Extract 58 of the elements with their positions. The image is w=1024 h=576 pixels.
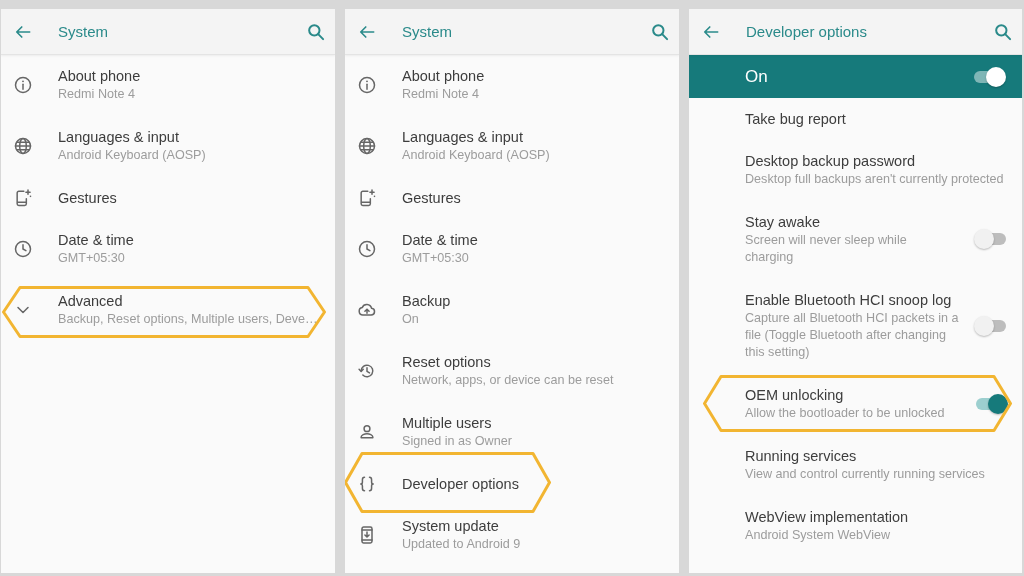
setting-summary: Updated to Android 9 — [402, 536, 522, 553]
phone-sparkle-icon — [357, 188, 377, 208]
setting-title[interactable]: About phone — [58, 66, 329, 86]
setting-summary: Android System WebView — [745, 527, 892, 544]
search-icon[interactable] — [993, 21, 1013, 42]
setting-summary: Capture all Bluetooth HCI packets in a file (Toggle Bluetooth after changing this setting) — [745, 310, 960, 361]
screen-title: System — [58, 23, 109, 40]
setting-title[interactable]: Enable Bluetooth HCI snoop log — [745, 290, 963, 310]
setting-title[interactable]: OEM unlocking — [745, 385, 963, 405]
switch-label: On — [745, 66, 769, 87]
setting-summary: Allow the bootloader to be unlocked — [745, 405, 946, 422]
braces-icon — [357, 474, 377, 494]
setting-summary: Android Keyboard (AOSP) — [58, 147, 207, 164]
setting-title[interactable]: Date & time — [402, 230, 673, 250]
setting-title[interactable]: Languages & input — [58, 127, 329, 147]
phone-sparkle-icon — [13, 188, 33, 208]
search-icon[interactable] — [306, 21, 326, 42]
setting-title[interactable]: Languages & input — [402, 127, 673, 147]
setting-title[interactable]: About phone — [402, 66, 673, 86]
setting-summary: View and control currently running services — [745, 466, 986, 483]
globe-icon — [13, 135, 33, 156]
setting-title[interactable]: System update — [402, 516, 673, 536]
setting-title[interactable]: Advanced — [58, 291, 329, 311]
info-icon — [357, 74, 377, 95]
setting-title[interactable]: Backup — [402, 291, 673, 311]
setting-title[interactable]: Running services — [745, 446, 1016, 466]
setting-title[interactable]: Stay awake — [745, 212, 945, 232]
screen-title: Developer options — [746, 23, 868, 40]
setting-summary: Screen will never sleep while charging — [745, 232, 908, 266]
clock-icon — [13, 238, 33, 259]
setting-summary: Android Keyboard (AOSP) — [402, 147, 551, 164]
toggle-switch[interactable] — [972, 66, 1006, 87]
setting-summary: Backup, Reset options, Multiple users, Deve… — [58, 311, 319, 328]
setting-title[interactable]: Take bug report — [745, 109, 1016, 129]
setting-title[interactable]: Developer options — [402, 474, 673, 494]
setting-summary: Redmi Note 4 — [58, 86, 136, 103]
setting-summary: GMT+05:30 — [402, 250, 470, 267]
search-icon[interactable] — [650, 21, 670, 42]
toggle-switch[interactable] — [974, 393, 1008, 414]
globe-icon — [357, 135, 377, 156]
setting-title[interactable]: WebView implementation — [745, 507, 1016, 527]
setting-title[interactable]: Desktop backup password — [745, 151, 1016, 171]
toggle-switch[interactable] — [974, 229, 1008, 249]
setting-summary: GMT+05:30 — [58, 250, 126, 267]
setting-title[interactable]: Gestures — [58, 188, 329, 208]
screen-title: System — [402, 23, 453, 40]
setting-title[interactable]: Multiple users — [402, 413, 673, 433]
setting-summary: Redmi Note 4 — [402, 86, 480, 103]
setting-title[interactable]: Gestures — [402, 188, 673, 208]
setting-title[interactable]: Reset options — [402, 352, 673, 372]
setting-title[interactable]: Date & time — [58, 230, 329, 250]
info-icon — [13, 74, 33, 95]
toggle-switch[interactable] — [974, 315, 1008, 336]
setting-summary: Desktop full backups aren't currently protected — [745, 171, 1005, 188]
setting-summary: On — [402, 311, 420, 328]
setting-summary: Signed in as Owner — [402, 433, 513, 450]
clock-icon — [357, 238, 377, 259]
setting-summary: Network, apps, or device can be reset — [402, 372, 615, 389]
